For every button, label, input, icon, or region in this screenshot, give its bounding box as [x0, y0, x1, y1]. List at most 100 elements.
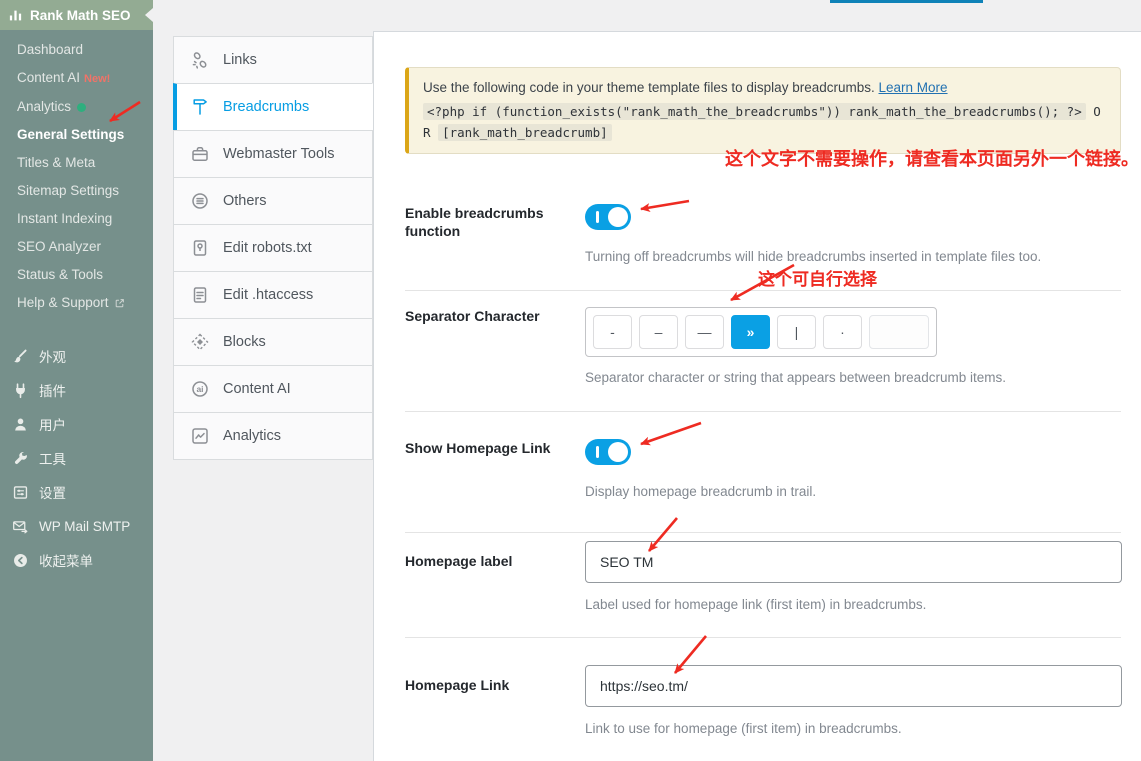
tools-wrench-icon [12, 450, 29, 467]
tab-analytics[interactable]: Analytics [173, 412, 373, 460]
tab-webmaster-tools[interactable]: Webmaster Tools [173, 130, 373, 178]
sidebar-item-titles-meta[interactable]: Titles & Meta [0, 149, 153, 177]
tab-label: Webmaster Tools [223, 146, 334, 162]
sidebar-item-collapse-menu[interactable]: 收起菜单 [0, 543, 153, 577]
enable-breadcrumbs-toggle[interactable] [585, 204, 631, 230]
separator-option-pipe[interactable]: | [777, 315, 816, 349]
tab-others[interactable]: Others [173, 177, 373, 225]
php-code-snippet: <?php if (function_exists("rank_math_the… [423, 103, 1086, 120]
setting-label: Separator Character [405, 307, 585, 385]
sidebar-item-sitemap-settings[interactable]: Sitemap Settings [0, 177, 153, 205]
sidebar-header-rank-math[interactable]: Rank Math SEO [0, 0, 153, 30]
general-settings-panel: Links Breadcrumbs Webmaster Tools Others… [173, 31, 1141, 761]
notice-code-line: <?php if (function_exists("rank_math_the… [423, 101, 1106, 144]
tab-label: Breadcrumbs [223, 99, 309, 115]
setting-row-show-homepage-link: Show Homepage Link Display homepage brea… [405, 412, 1121, 533]
tab-label: Edit robots.txt [223, 240, 312, 256]
sidebar-item-instant-indexing[interactable]: Instant Indexing [0, 205, 153, 233]
tab-breadcrumbs[interactable]: Breadcrumbs [173, 83, 373, 131]
notice-text: Use the following code in your theme tem… [423, 80, 875, 95]
separator-choices: - – — » | · [585, 307, 937, 357]
separator-option-hyphen[interactable]: - [593, 315, 632, 349]
tab-edit-htaccess[interactable]: Edit .htaccess [173, 271, 373, 319]
learn-more-link[interactable]: Learn More [879, 80, 948, 95]
setting-label: Show Homepage Link [405, 439, 585, 499]
wp-core-menu: 外观 插件 用户 工具 设置 WP Mail SMTP 收起菜单 [0, 319, 153, 577]
sidebar-title: Rank Math SEO [30, 8, 131, 23]
sidebar-item-content-ai[interactable]: Content AINew! [0, 64, 153, 93]
new-badge: New! [84, 73, 110, 85]
annotation-notice-note: 这个文字不需要操作，请查看本页面另外一个链接。 [725, 145, 1139, 171]
setting-row-homepage-label: Homepage label Label used for homepage l… [405, 533, 1121, 638]
wp-admin-sidebar: Rank Math SEO Dashboard Content AINew! A… [0, 0, 153, 761]
blocks-diamond-icon [190, 332, 210, 352]
content-ai-icon: ai [190, 379, 210, 399]
sidebar-item-users[interactable]: 用户 [0, 407, 153, 441]
sidebar-item-tools[interactable]: 工具 [0, 441, 153, 475]
toggle-on-bar [596, 446, 599, 458]
setting-row-separator-character: Separator Character - – — » | · Separato… [405, 291, 1121, 412]
settings-sliders-icon [12, 484, 29, 501]
sidebar-item-appearance[interactable]: 外观 [0, 339, 153, 373]
appearance-brush-icon [12, 348, 29, 365]
links-icon [190, 50, 210, 70]
sidebar-item-general-settings[interactable]: General Settings [0, 121, 153, 149]
setting-description: Link to use for homepage (first item) in… [585, 721, 1122, 736]
shortcode-snippet: [rank_math_breadcrumb] [438, 124, 612, 141]
setting-label: Homepage Link [405, 665, 585, 736]
green-status-dot [77, 103, 86, 112]
breadcrumbs-signpost-icon [190, 97, 210, 117]
mail-envelope-icon [12, 518, 29, 535]
sidebar-item-help-support[interactable]: Help & Support [0, 289, 153, 319]
sidebar-item-wp-mail-smtp[interactable]: WP Mail SMTP [0, 509, 153, 543]
homepage-link-input[interactable] [585, 665, 1122, 707]
toggle-knob [608, 207, 628, 227]
tab-links[interactable]: Links [173, 36, 373, 84]
tab-content-ai[interactable]: ai Content AI [173, 365, 373, 413]
collapse-menu-icon [12, 552, 29, 569]
sidebar-item-plugins[interactable]: 插件 [0, 373, 153, 407]
setting-row-homepage-link: Homepage Link Link to use for homepage (… [405, 638, 1121, 761]
annotation-separator-note: 这个可自行选择 [758, 265, 877, 290]
setting-description: Display homepage breadcrumb in trail. [585, 484, 1121, 499]
external-link-icon [114, 298, 125, 312]
separator-option-dot[interactable]: · [823, 315, 862, 349]
show-homepage-link-toggle[interactable] [585, 439, 631, 465]
separator-option-emdash[interactable]: — [685, 315, 724, 349]
tab-label: Content AI [223, 381, 291, 397]
tab-label: Analytics [223, 428, 281, 444]
sidebar-item-status-tools[interactable]: Status & Tools [0, 261, 153, 289]
users-icon [12, 416, 29, 433]
toggle-on-bar [596, 211, 599, 223]
setting-description: Label used for homepage link (first item… [585, 597, 1122, 612]
rank-math-submenu: Dashboard Content AINew! Analytics Gener… [0, 30, 153, 319]
document-icon [190, 285, 210, 305]
breadcrumbs-code-notice: Use the following code in your theme tem… [405, 67, 1121, 154]
list-circle-icon [190, 191, 210, 211]
separator-option-endash[interactable]: – [639, 315, 678, 349]
cutoff-tab-underline [830, 0, 983, 3]
setting-description: Turning off breadcrumbs will hide breadc… [585, 249, 1121, 264]
setting-label: Enable breadcrumbs function [405, 204, 585, 264]
homepage-label-input[interactable] [585, 541, 1122, 583]
tab-blocks[interactable]: Blocks [173, 318, 373, 366]
rank-math-logo-icon [8, 8, 23, 23]
breadcrumbs-settings-content: Use the following code in your theme tem… [373, 31, 1141, 761]
briefcase-icon [190, 144, 210, 164]
toggle-knob [608, 442, 628, 462]
setting-label: Homepage label [405, 541, 585, 612]
tab-edit-robots-txt[interactable]: Edit robots.txt [173, 224, 373, 272]
tab-label: Edit .htaccess [223, 287, 313, 303]
sidebar-item-settings[interactable]: 设置 [0, 475, 153, 509]
separator-custom-input[interactable] [869, 315, 929, 349]
sidebar-item-analytics[interactable]: Analytics [0, 93, 153, 121]
settings-tab-list: Links Breadcrumbs Webmaster Tools Others… [173, 36, 373, 460]
tab-label: Others [223, 193, 267, 209]
sidebar-item-seo-analyzer[interactable]: SEO Analyzer [0, 233, 153, 261]
robots-file-icon [190, 238, 210, 258]
current-menu-notch [145, 8, 153, 22]
tab-label: Links [223, 52, 257, 68]
separator-option-guillemet-selected[interactable]: » [731, 315, 770, 349]
sidebar-item-dashboard[interactable]: Dashboard [0, 36, 153, 64]
svg-text:ai: ai [196, 384, 203, 394]
